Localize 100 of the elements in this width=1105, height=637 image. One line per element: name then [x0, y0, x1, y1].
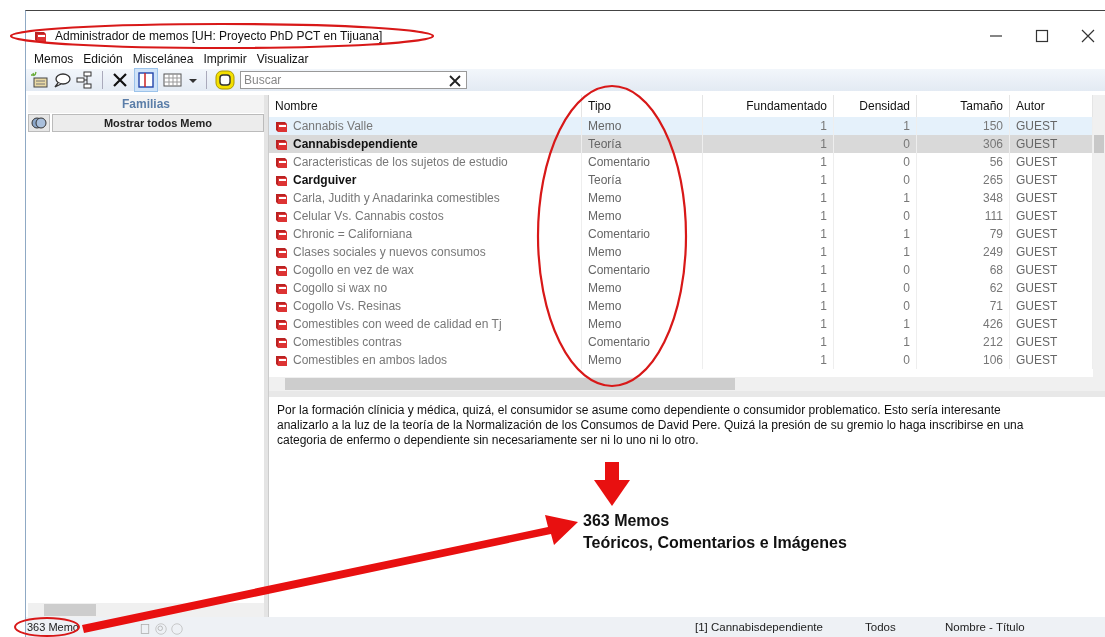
- table-icon[interactable]: [163, 71, 183, 89]
- menu-item[interactable]: Memos: [34, 52, 74, 66]
- panel-header: Familias: [28, 95, 264, 113]
- annotation-arrow: [594, 462, 630, 506]
- table-cell: 106: [982, 353, 1003, 367]
- table-cell: Memo: [588, 353, 622, 367]
- table-cell: GUEST: [1016, 119, 1058, 133]
- annotation-text: 363 Memos: [583, 511, 671, 531]
- memo-icon: [275, 263, 288, 277]
- table-cell: 249: [982, 245, 1003, 259]
- menu-item[interactable]: Edición: [83, 52, 123, 66]
- search-field[interactable]: Buscar: [240, 71, 467, 89]
- table-cell: Caracteristicas de los sujetos de estudio: [293, 155, 508, 169]
- table-cell: Memo: [588, 281, 622, 295]
- vertical-scrollbar[interactable]: [1093, 95, 1105, 377]
- table-cell: 1: [903, 227, 910, 241]
- table-cell: Comestibles con weed de calidad en Tj: [293, 317, 502, 331]
- menu-item[interactable]: Miscelánea: [132, 52, 194, 66]
- table-cell: Chronic = Californiana: [293, 227, 413, 241]
- speech-bubble-icon[interactable]: [53, 71, 71, 89]
- table-cell: 71: [989, 299, 1003, 313]
- table-cell: Comentario: [588, 227, 651, 241]
- table-cell: Teoría: [588, 173, 622, 187]
- families-icon[interactable]: [28, 114, 50, 132]
- table-cell: 1: [820, 119, 827, 133]
- clear-icon[interactable]: [449, 75, 461, 87]
- table-cell: 0: [903, 263, 910, 277]
- memo-icon: [275, 209, 288, 223]
- table-cell: GUEST: [1016, 263, 1058, 277]
- highlight-icon[interactable]: [215, 70, 235, 90]
- table-cell: Cardguiver: [293, 173, 357, 187]
- table-cell: GUEST: [1016, 137, 1058, 151]
- table-cell: 68: [989, 263, 1003, 277]
- menu-item[interactable]: Visualizar: [256, 52, 309, 66]
- table-cell: Cannabisdependiente: [293, 137, 418, 151]
- table-cell: GUEST: [1016, 299, 1058, 313]
- table-cell: 0: [903, 173, 910, 187]
- table-cell: Memo: [588, 209, 622, 223]
- memo-icon: [275, 137, 288, 151]
- window-title: Administrador de memos [UH: Proyecto PhD PCT en Tijuana]: [55, 29, 383, 43]
- table-cell: GUEST: [1016, 245, 1058, 259]
- table-cell: 1: [820, 335, 827, 349]
- table-cell: 1: [820, 155, 827, 169]
- table-cell: 62: [989, 281, 1003, 295]
- table-cell: Celular Vs. Cannabis costos: [293, 209, 444, 223]
- table-cell: Teoría: [588, 137, 622, 151]
- memo-icon: [275, 227, 288, 241]
- memo-icon: [275, 299, 288, 313]
- table-cell: 0: [903, 137, 910, 151]
- memo-icon: [275, 245, 288, 259]
- memo-icon: [275, 281, 288, 295]
- table-cell: 111: [984, 209, 1003, 223]
- table-cell: Comestibles en ambos lados: [293, 353, 448, 367]
- table-cell: 0: [903, 299, 910, 313]
- memo-icon: [275, 317, 288, 331]
- table-cell: 1: [820, 263, 827, 277]
- table-cell: 1: [820, 353, 827, 367]
- split-view-icon[interactable]: [134, 68, 158, 92]
- memo-icon: [275, 353, 288, 367]
- delete-icon[interactable]: [111, 71, 129, 89]
- show-all-button[interactable]: Mostrar todos Memo: [52, 114, 264, 132]
- status-text: [1] Cannabisdependiente: [695, 621, 824, 633]
- table-cell: 1: [820, 245, 827, 259]
- annotation-ellipse: [14, 617, 80, 637]
- table-cell: 79: [989, 227, 1003, 241]
- maximize-icon[interactable]: [1035, 29, 1049, 43]
- status-count: 363 Memo: [26, 621, 80, 633]
- table-cell: 0: [903, 353, 910, 367]
- table-cell: Cogollo si wax no: [293, 281, 388, 295]
- table-cell: GUEST: [1016, 353, 1058, 367]
- memo-icon: [275, 155, 288, 169]
- table-cell: Cannabis Valle: [293, 119, 373, 133]
- table-cell: Memo: [588, 191, 622, 205]
- table-cell: Memo: [588, 317, 622, 331]
- table-cell: 1: [820, 227, 827, 241]
- table-cell: Carla, Judith y Anadarinka comestibles: [293, 191, 500, 205]
- memo-text: Por la formación clínicia y médica, quizá, el consumidor se asume como dependiente o consumidor problematico. Esto sería interesante analizarlo a la luz de la teoría de la Normalización de los Consumos de David Pere. Quizá la presión de su gremio lo haga inscribirse en una categoria de enfermo o dependiente sin necesariamente ser ni lo uno ni lo otro.: [277, 403, 1025, 448]
- table-cell: 1: [820, 137, 827, 151]
- table-cell: 426: [982, 317, 1003, 331]
- table-cell: GUEST: [1016, 227, 1058, 241]
- table-cell: 1: [903, 335, 910, 349]
- table-cell: GUEST: [1016, 317, 1058, 331]
- table-cell: 265: [982, 173, 1003, 187]
- table-cell: 0: [903, 281, 910, 295]
- table-cell: GUEST: [1016, 209, 1058, 223]
- tree-icon[interactable]: [76, 71, 94, 89]
- menu-item[interactable]: Imprimir: [203, 52, 247, 66]
- table-cell: 348: [982, 191, 1003, 205]
- table-cell: 1: [820, 173, 827, 187]
- horizontal-scrollbar[interactable]: [269, 377, 1105, 391]
- memo-icon: [34, 29, 47, 43]
- table-cell: Comentario: [588, 335, 651, 349]
- table-cell: 0: [903, 155, 910, 169]
- table-cell: 56: [989, 155, 1003, 169]
- table-cell: 1: [903, 191, 910, 205]
- close-icon[interactable]: [1081, 29, 1095, 43]
- table-cell: 1: [820, 191, 827, 205]
- table-cell: 1: [820, 299, 827, 313]
- new-memo-icon[interactable]: [30, 71, 48, 89]
- table-cell: Cogollo Vs. Resinas: [293, 299, 402, 313]
